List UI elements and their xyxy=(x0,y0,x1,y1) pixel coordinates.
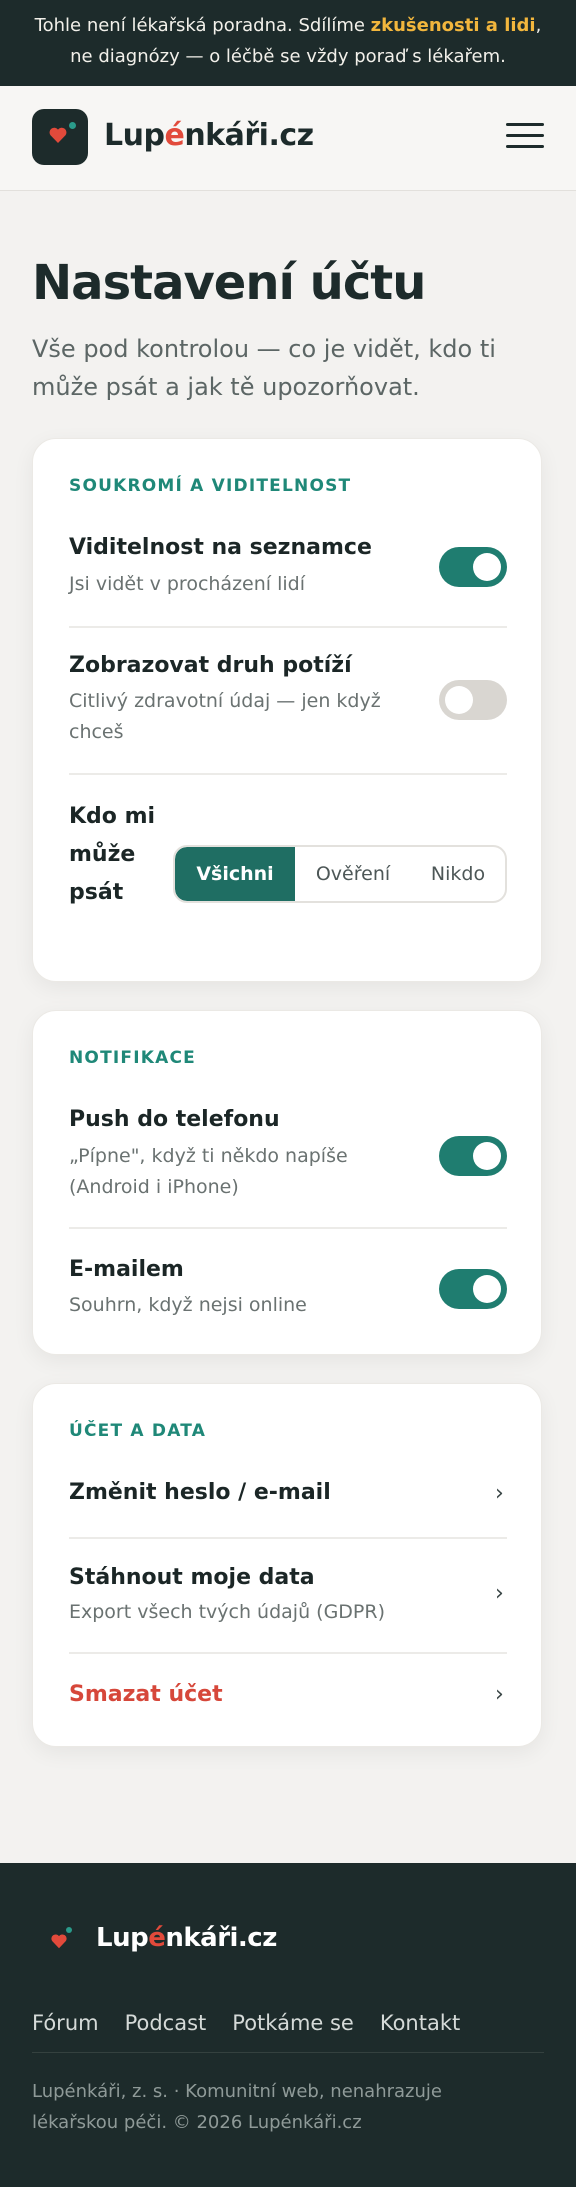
condition-title: Zobrazovat druh potíží xyxy=(69,653,352,678)
banner-text-after: , xyxy=(535,15,542,36)
brand-part: Lup xyxy=(104,118,165,153)
notifications-heading: NOTIFIKACE xyxy=(69,1048,196,1068)
page-title: Nastavení účtu xyxy=(32,255,426,311)
email-toggle[interactable] xyxy=(439,1269,507,1309)
option-everyone[interactable]: Všichni xyxy=(175,847,295,901)
footer-link-forum[interactable]: Fórum xyxy=(32,2011,99,2035)
menu-icon[interactable] xyxy=(506,123,544,149)
brand-part: nkáři.cz xyxy=(165,1923,277,1953)
banner-line-2: ne diagnózy — o léčbě se vždy poraď s lé… xyxy=(70,46,506,67)
privacy-card: SOUKROMÍ A VIDITELNOST Viditelnost na se… xyxy=(32,438,542,982)
chevron-right-icon: › xyxy=(495,1581,504,1606)
footer-link-meetups[interactable]: Potkáme se xyxy=(232,2011,354,2035)
push-subtitle: „Pípne", když ti někdo napíše (Android i… xyxy=(69,1145,348,1198)
account-card: ÚČET A DATA Změnit heslo / e-mail › Stáh… xyxy=(32,1383,542,1747)
privacy-heading: SOUKROMÍ A VIDITELNOST xyxy=(69,476,352,496)
divider xyxy=(69,773,507,775)
divider xyxy=(69,1652,507,1654)
footer-link-contact[interactable]: Kontakt xyxy=(380,2011,460,2035)
footer-copyright: Lupénkáři, z. s. · Komunitní web, nenahr… xyxy=(32,2081,442,2133)
download-data-subtitle: Export všech tvých údajů (GDPR) xyxy=(69,1601,386,1623)
chevron-right-icon: › xyxy=(495,1682,504,1707)
site-footer: Lupénkáři.cz Fórum Podcast Potkáme se Konta… xyxy=(0,1863,576,2187)
footer-brand[interactable]: Lupénkáři.cz xyxy=(96,1923,277,1953)
chevron-right-icon: › xyxy=(495,1481,504,1506)
who-can-write-label: Kdo mi může psát xyxy=(69,804,156,905)
download-data-title: Stáhnout moje data xyxy=(69,1565,315,1590)
visibility-subtitle: Jsi vidět v procházení lidí xyxy=(69,573,305,595)
visibility-toggle[interactable] xyxy=(439,547,507,587)
option-verified[interactable]: Ověření xyxy=(295,847,411,901)
visibility-title: Viditelnost na seznamce xyxy=(69,535,372,560)
who-can-write-selector: Všichni Ověření Nikdo xyxy=(173,845,507,903)
heart-icon xyxy=(49,127,67,143)
footer-nav: Fórum Podcast Potkáme se Kontakt xyxy=(32,2011,486,2035)
divider xyxy=(69,626,507,628)
brand-part: nkáři.cz xyxy=(184,118,314,153)
logo-dot xyxy=(66,1927,72,1933)
push-toggle[interactable] xyxy=(439,1136,507,1176)
banner-text: Tohle není lékařská poradna. Sdílíme xyxy=(34,15,371,36)
disclaimer-banner: Tohle není lékařská poradna. Sdílíme zku… xyxy=(0,0,576,86)
change-credentials-title: Změnit heslo / e-mail xyxy=(69,1480,331,1505)
brand-accent: é xyxy=(148,1923,166,1953)
page-subtitle: Vše pod kontrolou — co je vidět, kdo ti … xyxy=(32,335,496,401)
site-header: Lupénkáři.cz xyxy=(0,86,576,191)
brand-accent: é xyxy=(164,118,185,153)
logo[interactable] xyxy=(32,109,88,165)
heart-icon xyxy=(51,1934,67,1949)
push-title: Push do telefonu xyxy=(69,1107,280,1132)
footer-link-podcast[interactable]: Podcast xyxy=(125,2011,207,2035)
option-nobody[interactable]: Nikdo xyxy=(411,847,505,901)
brand-part: Lup xyxy=(96,1923,149,1953)
divider xyxy=(69,1227,507,1229)
delete-account-title: Smazat účet xyxy=(69,1682,223,1707)
divider xyxy=(32,2052,544,2053)
email-title: E-mailem xyxy=(69,1257,184,1282)
notifications-card: NOTIFIKACE Push do telefonu „Pípne", kdy… xyxy=(32,1010,542,1355)
banner-highlight: zkušenosti a lidi xyxy=(370,15,536,36)
condition-subtitle: Citlivý zdravotní údaj — jen když chceš xyxy=(69,690,381,743)
banner-line-1: Tohle není lékařská poradna. Sdílíme zku… xyxy=(0,10,576,41)
condition-toggle[interactable] xyxy=(439,680,507,720)
divider xyxy=(69,1537,507,1539)
email-subtitle: Souhrn, když nejsi online xyxy=(69,1294,307,1316)
brand-name[interactable]: Lupénkáři.cz xyxy=(104,118,314,153)
account-heading: ÚČET A DATA xyxy=(69,1421,207,1441)
logo-dot xyxy=(69,122,76,129)
